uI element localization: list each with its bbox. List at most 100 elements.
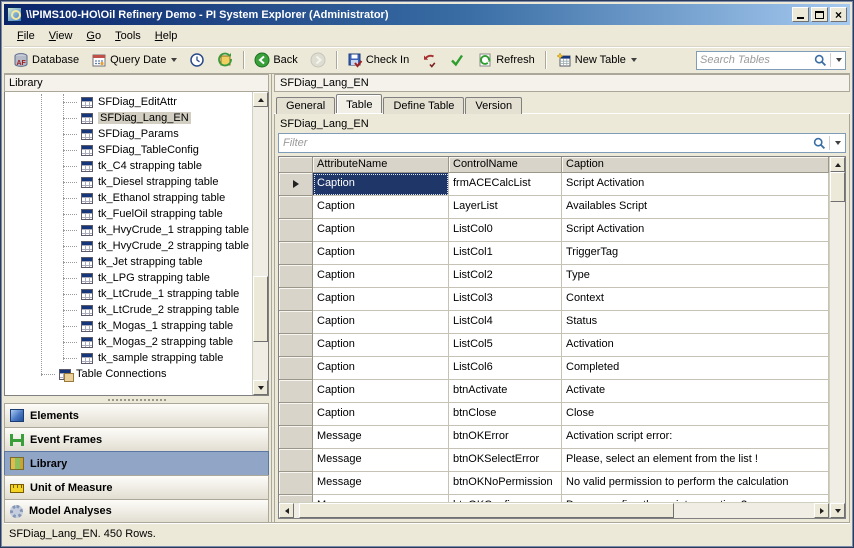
cell-attributename[interactable]: Caption <box>313 288 449 311</box>
scroll-track[interactable] <box>294 503 814 518</box>
filter-search-icon[interactable] <box>813 137 826 150</box>
menu-item[interactable]: View <box>42 27 80 45</box>
tab[interactable]: General <box>276 97 336 114</box>
menu-item[interactable]: Help <box>148 27 185 45</box>
scroll-up-button[interactable] <box>253 92 268 107</box>
cell-attributename[interactable]: Caption <box>313 219 449 242</box>
time-context-button[interactable] <box>212 49 238 71</box>
grid-vertical-scrollbar[interactable] <box>829 157 845 518</box>
cell-controlname[interactable]: ListCol5 <box>449 334 562 357</box>
row-selector-cell[interactable] <box>279 173 313 196</box>
column-header-attributename[interactable]: AttributeName <box>313 157 449 173</box>
tree-item[interactable]: tk_LtCrude_2 strapping table <box>5 302 252 318</box>
tree-item[interactable]: SFDiag_EditAttr <box>5 94 252 110</box>
sidebar-item-library[interactable]: Library <box>4 451 269 475</box>
scroll-track[interactable] <box>830 172 845 503</box>
refresh-button[interactable]: Refresh <box>472 49 540 71</box>
cell-controlname[interactable]: btnOKError <box>449 426 562 449</box>
cell-controlname[interactable]: btnClose <box>449 403 562 426</box>
panel-splitter[interactable] <box>4 396 269 403</box>
row-selector-cell[interactable] <box>279 426 313 449</box>
cell-caption[interactable]: Do you confirm the script execution ? <box>562 495 829 502</box>
time-button[interactable] <box>184 49 210 71</box>
cell-caption[interactable]: Script Activation <box>562 173 829 196</box>
cell-caption[interactable]: Script Activation <box>562 219 829 242</box>
search-dropdown-icon[interactable] <box>836 58 842 62</box>
tree-item[interactable]: tk_Ethanol strapping table <box>5 190 252 206</box>
cell-controlname[interactable]: ListCol3 <box>449 288 562 311</box>
search-tables-input[interactable] <box>700 54 814 66</box>
table-row[interactable]: Caption ListCol1 TriggerTag <box>279 242 829 265</box>
tab[interactable]: Define Table <box>383 97 465 114</box>
table-row[interactable]: Caption frmACECalcList Script Activation <box>279 173 829 196</box>
tree-item[interactable]: tk_C4 strapping table <box>5 158 252 174</box>
apply-button[interactable] <box>444 49 470 71</box>
new-table-button[interactable]: New Table <box>551 49 642 71</box>
cell-controlname[interactable]: ListCol6 <box>449 357 562 380</box>
row-selector-cell[interactable] <box>279 219 313 242</box>
row-selector-cell[interactable] <box>279 288 313 311</box>
cell-controlname[interactable]: btnActivate <box>449 380 562 403</box>
menu-item[interactable]: Go <box>79 27 108 45</box>
table-row[interactable]: Caption btnActivate Activate <box>279 380 829 403</box>
filter-dropdown-icon[interactable] <box>835 141 841 145</box>
close-button[interactable]: × <box>830 7 847 22</box>
tab[interactable]: Table <box>336 94 383 113</box>
query-date-button[interactable]: Query Date <box>86 49 182 71</box>
scroll-up-button[interactable] <box>830 157 845 172</box>
sidebar-item-unit-of-measure[interactable]: Unit of Measure <box>4 475 269 499</box>
table-row[interactable]: Caption ListCol4 Status <box>279 311 829 334</box>
cell-controlname[interactable]: ListCol2 <box>449 265 562 288</box>
database-button[interactable]: AF Database <box>8 49 84 71</box>
row-selector-cell[interactable] <box>279 242 313 265</box>
undo-checkout-button[interactable] <box>416 49 442 71</box>
cell-caption[interactable]: Availables Script <box>562 196 829 219</box>
cell-caption[interactable]: Activation <box>562 334 829 357</box>
maximize-button[interactable] <box>811 7 828 22</box>
tree-item[interactable]: tk_Mogas_1 strapping table <box>5 318 252 334</box>
table-row[interactable]: Message btnOKError Activation script err… <box>279 426 829 449</box>
row-selector-cell[interactable] <box>279 265 313 288</box>
scroll-track[interactable] <box>253 107 268 380</box>
tree-item[interactable]: tk_Jet strapping table <box>5 254 252 270</box>
tree-item[interactable]: tk_LtCrude_1 strapping table <box>5 286 252 302</box>
scroll-down-button[interactable] <box>830 503 845 518</box>
scroll-thumb[interactable] <box>253 276 268 342</box>
row-selector-cell[interactable] <box>279 334 313 357</box>
tree-item[interactable]: tk_FuelOil strapping table <box>5 206 252 222</box>
row-selector-cell[interactable] <box>279 196 313 219</box>
forward-button[interactable] <box>305 49 331 71</box>
sidebar-item-event-frames[interactable]: Event Frames <box>4 427 269 451</box>
cell-attributename[interactable]: Caption <box>313 196 449 219</box>
tab[interactable]: Version <box>465 97 523 114</box>
cell-controlname[interactable]: ListCol0 <box>449 219 562 242</box>
scroll-left-button[interactable] <box>279 503 294 518</box>
cell-attributename[interactable]: Caption <box>313 334 449 357</box>
tree-item[interactable]: tk_HvyCrude_1 strapping table <box>5 222 252 238</box>
cell-caption[interactable]: Context <box>562 288 829 311</box>
table-row[interactable]: Caption ListCol6 Completed <box>279 357 829 380</box>
table-row[interactable]: Caption ListCol3 Context <box>279 288 829 311</box>
check-in-button[interactable]: Check In <box>342 49 414 71</box>
tree-item[interactable]: SFDiag_Lang_EN <box>5 110 252 126</box>
row-selector-cell[interactable] <box>279 357 313 380</box>
tree-item[interactable]: tk_LPG strapping table <box>5 270 252 286</box>
cell-attributename[interactable]: Message <box>313 426 449 449</box>
tree-item[interactable]: tk_Diesel strapping table <box>5 174 252 190</box>
cell-attributename[interactable]: Caption <box>313 173 449 196</box>
cell-controlname[interactable]: btnOKConfirm <box>449 495 562 502</box>
table-row[interactable]: Message btnOKConfirm Do you confirm the … <box>279 495 829 502</box>
tree-item[interactable]: tk_sample strapping table <box>5 350 252 366</box>
cell-caption[interactable]: Status <box>562 311 829 334</box>
cell-attributename[interactable]: Caption <box>313 380 449 403</box>
tree-item[interactable]: Table Connections <box>5 366 252 382</box>
cell-controlname[interactable]: LayerList <box>449 196 562 219</box>
table-row[interactable]: Caption btnClose Close <box>279 403 829 426</box>
cell-caption[interactable]: Type <box>562 265 829 288</box>
row-selector-cell[interactable] <box>279 311 313 334</box>
table-row[interactable]: Message btnOKSelectError Please, select … <box>279 449 829 472</box>
cell-attributename[interactable]: Message <box>313 472 449 495</box>
row-selector-cell[interactable] <box>279 495 313 502</box>
tree-item[interactable]: SFDiag_TableConfig <box>5 142 252 158</box>
table-row[interactable]: Message btnOKNoPermission No valid permi… <box>279 472 829 495</box>
